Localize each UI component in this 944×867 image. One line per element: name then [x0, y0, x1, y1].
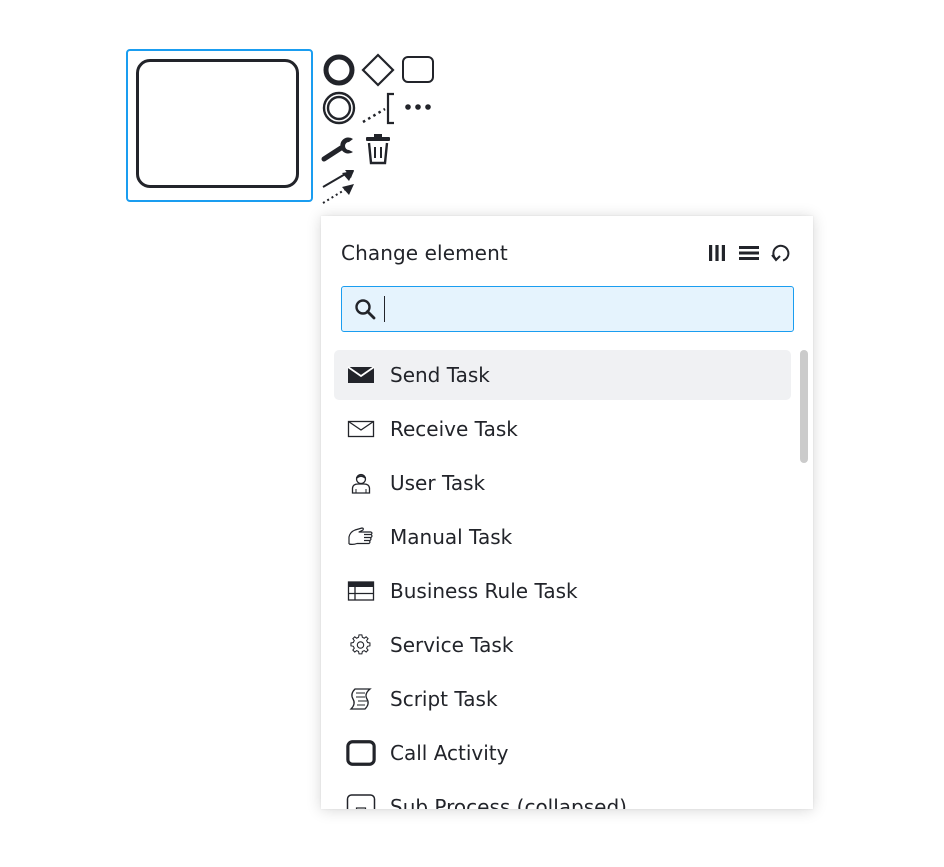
task-shape[interactable]	[136, 59, 299, 188]
parallel-mi-icon	[709, 245, 725, 261]
loop-icon	[771, 244, 790, 262]
list-item-label: User Task	[390, 471, 486, 495]
business-rule-task-icon	[346, 576, 376, 606]
script-task-icon	[346, 684, 376, 714]
change-element-popup: Change element Send Task Receive Task Us…	[321, 216, 813, 809]
append-text-annotation-button[interactable]	[360, 90, 396, 126]
intermediate-event-icon	[322, 91, 356, 125]
replace-button[interactable]	[320, 132, 356, 168]
popup-header-entries	[705, 241, 793, 265]
list-item-label: Business Rule Task	[390, 579, 578, 603]
text-caret	[384, 296, 385, 322]
popup-results-list: Send Task Receive Task User Task Manual …	[334, 350, 792, 809]
user-task-icon	[346, 468, 376, 498]
list-item-label: Sub Process (collapsed)	[390, 795, 627, 809]
wrench-icon	[321, 137, 353, 162]
search-icon	[355, 299, 376, 320]
toggle-sequential-multi-instance-button[interactable]	[737, 241, 761, 265]
list-item-send-task[interactable]: Send Task	[334, 350, 791, 400]
diagram-canvas[interactable]: Change element Send Task Receive Task Us…	[0, 0, 944, 867]
call-activity-icon	[346, 738, 376, 768]
list-item-service-task[interactable]: Service Task	[334, 620, 791, 670]
subprocess-collapsed-icon	[346, 792, 376, 809]
list-item-label: Service Task	[390, 633, 514, 657]
list-item-label: Call Activity	[390, 741, 509, 765]
connection-icon	[322, 170, 354, 204]
receive-task-icon	[346, 414, 376, 444]
popup-header: Change element	[341, 238, 793, 268]
list-item-business-rule-task[interactable]: Business Rule Task	[334, 566, 791, 616]
end-event-icon	[323, 54, 355, 86]
toggle-loop-button[interactable]	[769, 241, 793, 265]
search-box[interactable]	[341, 286, 794, 332]
text-annotation-icon	[362, 92, 394, 125]
manual-task-icon	[346, 522, 376, 552]
task-icon	[402, 56, 434, 83]
append-intermediate-event-button[interactable]	[320, 90, 356, 126]
results-scrollbar-thumb[interactable]	[800, 350, 808, 463]
list-item-script-task[interactable]: Script Task	[334, 674, 791, 724]
append-end-event-button[interactable]	[320, 52, 356, 88]
search-input[interactable]	[382, 293, 786, 327]
list-item-receive-task[interactable]: Receive Task	[334, 404, 791, 454]
append-gateway-button[interactable]	[360, 52, 396, 88]
list-item-call-activity[interactable]: Call Activity	[334, 728, 791, 778]
list-item-label: Receive Task	[390, 417, 518, 441]
service-task-icon	[346, 630, 376, 660]
sequential-mi-icon	[739, 246, 759, 260]
popup-title: Change element	[341, 241, 508, 265]
list-item-subprocess-collapsed[interactable]: Sub Process (collapsed)	[334, 782, 791, 809]
context-pad	[320, 52, 440, 208]
connect-button[interactable]	[320, 170, 356, 206]
list-item-label: Manual Task	[390, 525, 513, 549]
trash-icon	[366, 134, 390, 165]
list-item-manual-task[interactable]: Manual Task	[334, 512, 791, 562]
append-task-button[interactable]	[400, 52, 436, 88]
list-item-label: Send Task	[390, 363, 490, 387]
more-icon	[405, 104, 431, 110]
send-task-icon	[346, 360, 376, 390]
list-item-label: Script Task	[390, 687, 498, 711]
toggle-parallel-multi-instance-button[interactable]	[705, 241, 729, 265]
gateway-icon	[361, 53, 395, 87]
list-item-user-task[interactable]: User Task	[334, 458, 791, 508]
more-append-button[interactable]	[400, 90, 436, 126]
delete-button[interactable]	[360, 132, 396, 168]
